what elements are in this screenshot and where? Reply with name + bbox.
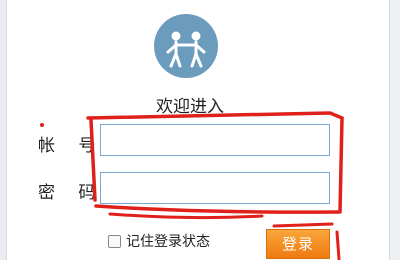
annotation-dot	[40, 123, 44, 127]
annotation-right-stroke	[338, 116, 344, 214]
checkbox-unchecked-icon[interactable]	[108, 234, 121, 248]
people-logo-icon	[154, 14, 218, 78]
welcome-heading: 欢迎进入	[156, 97, 224, 117]
annotation-underline-stroke	[108, 212, 264, 220]
password-input[interactable]	[100, 172, 330, 204]
login-button[interactable]: 登录	[266, 229, 330, 259]
left-frame-edge	[0, 0, 7, 260]
username-input[interactable]	[100, 124, 330, 156]
username-label: 帐 号	[38, 136, 105, 156]
right-frame-edge	[389, 0, 400, 260]
annotation-button-right-stroke	[335, 230, 341, 260]
annotation-bottom-stroke	[94, 204, 340, 214]
remember-login-label: 记住登录状态	[126, 234, 210, 250]
password-label: 密 码	[38, 183, 105, 203]
remember-login-option[interactable]: 记住登录状态	[108, 231, 210, 251]
annotation-button-top-stroke	[272, 222, 334, 228]
